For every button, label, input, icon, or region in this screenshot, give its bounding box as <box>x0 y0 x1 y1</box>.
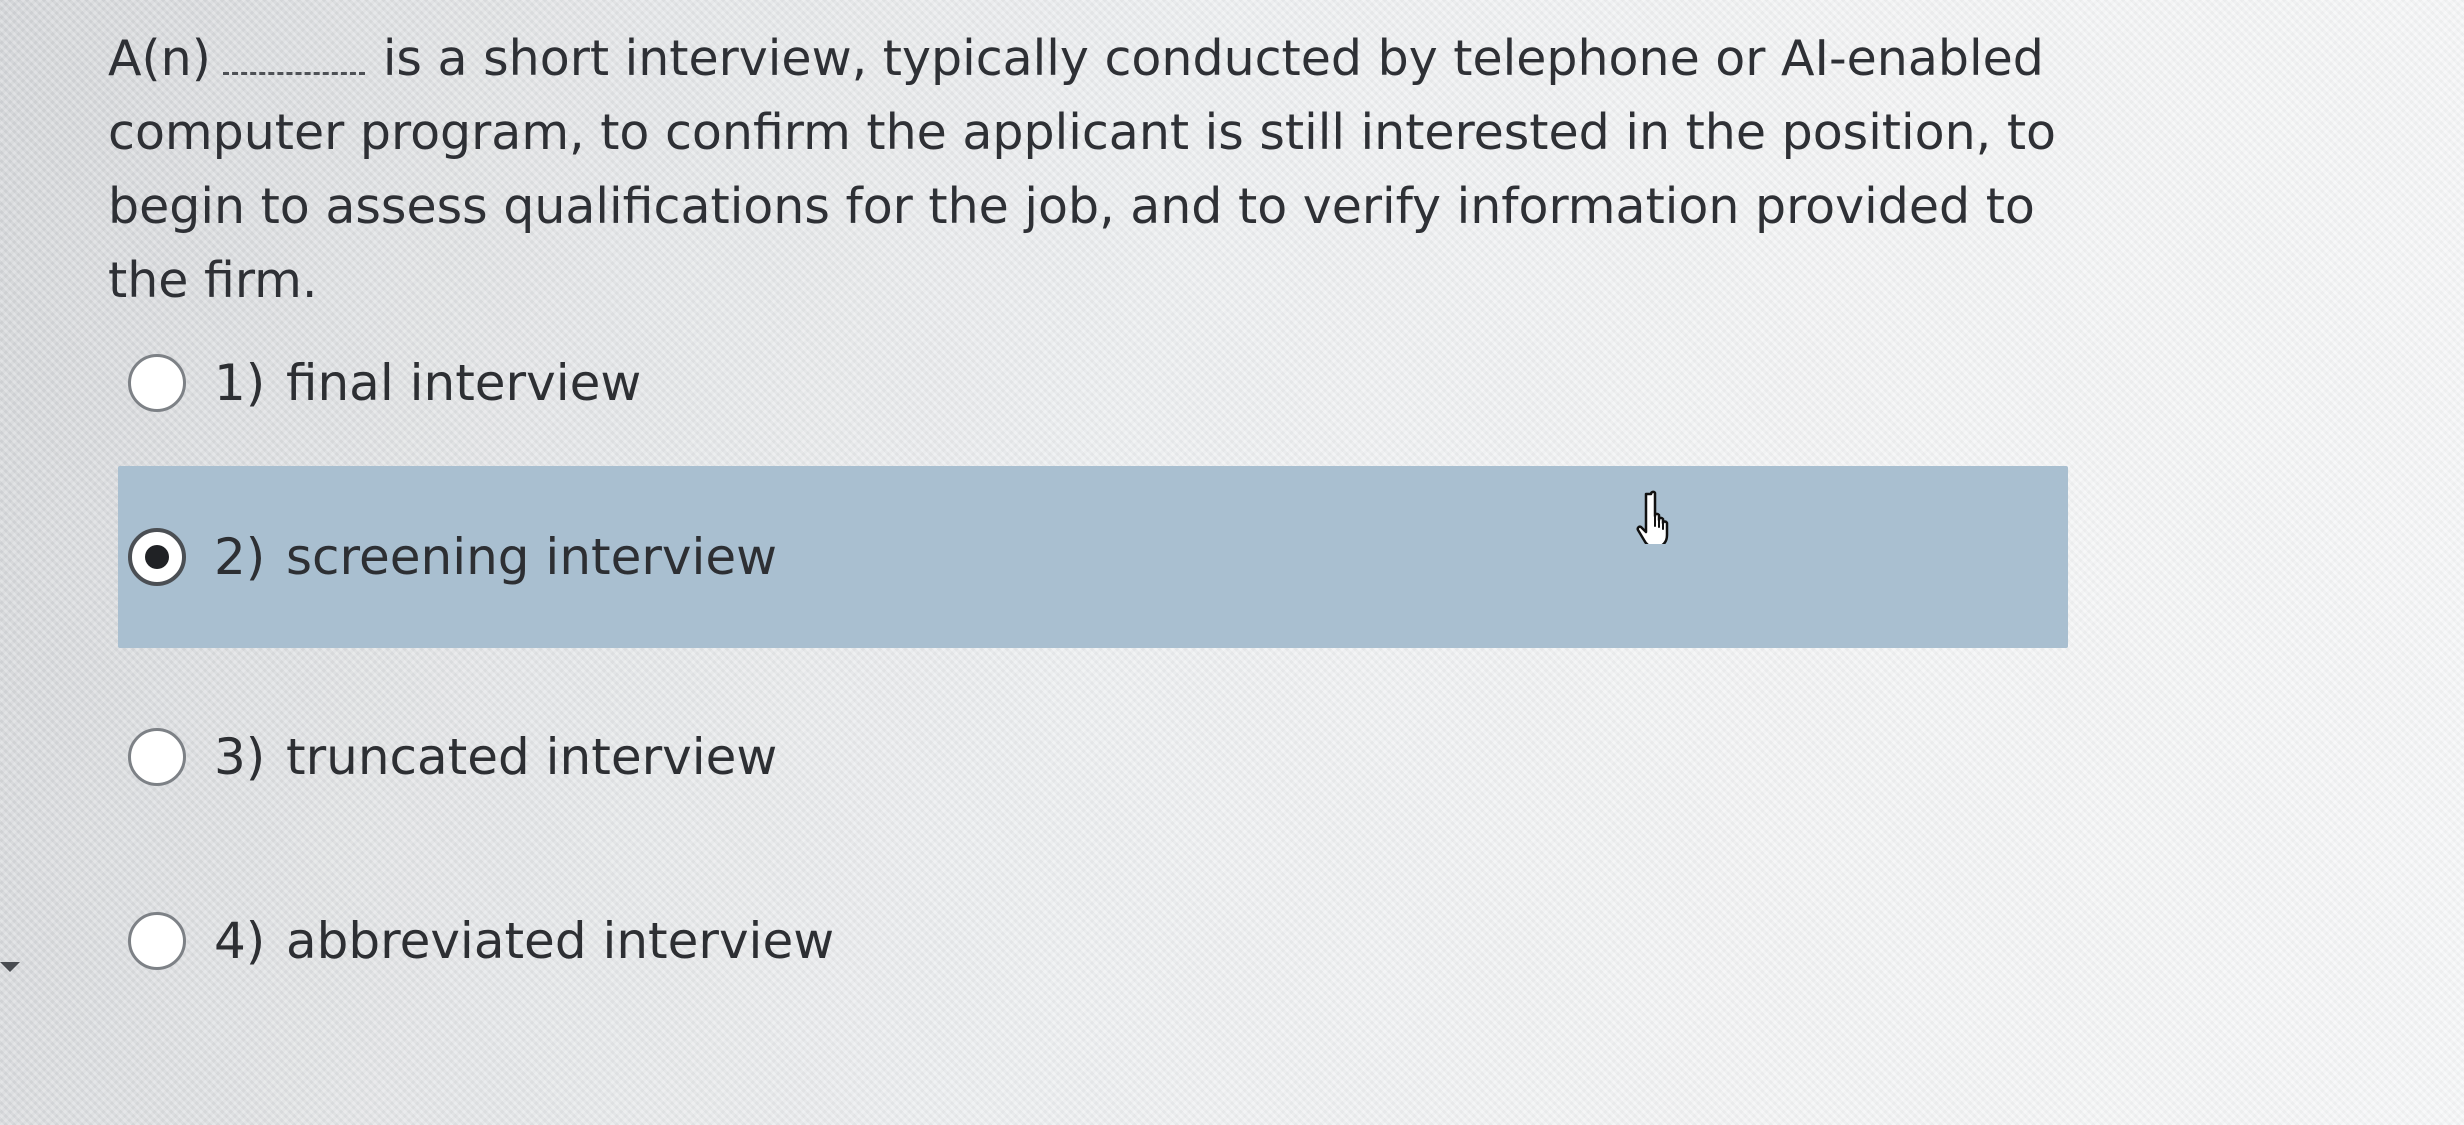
small-triangle-icon <box>0 962 20 972</box>
answer-option-4[interactable]: 4) abbreviated interview <box>118 850 2068 1032</box>
answer-options: 1) final interview 2) screening intervie… <box>0 0 2464 1125</box>
option-number: 2) <box>214 528 266 586</box>
radio-unselected-icon[interactable] <box>128 728 186 786</box>
option-number: 1) <box>214 354 266 412</box>
option-label: screening interview <box>286 528 778 586</box>
radio-unselected-icon[interactable] <box>128 354 186 412</box>
option-label: final interview <box>286 354 642 412</box>
answer-option-1[interactable]: 1) final interview <box>118 292 2068 474</box>
radio-dot-icon <box>145 545 169 569</box>
option-label: truncated interview <box>286 728 778 786</box>
option-number: 3) <box>214 728 266 786</box>
option-label: abbreviated interview <box>286 912 835 970</box>
answer-option-3[interactable]: 3) truncated interview <box>118 666 2068 848</box>
radio-unselected-icon[interactable] <box>128 912 186 970</box>
option-number: 4) <box>214 912 266 970</box>
radio-selected-icon[interactable] <box>128 528 186 586</box>
answer-option-2-selected[interactable]: 2) screening interview <box>118 466 2068 648</box>
